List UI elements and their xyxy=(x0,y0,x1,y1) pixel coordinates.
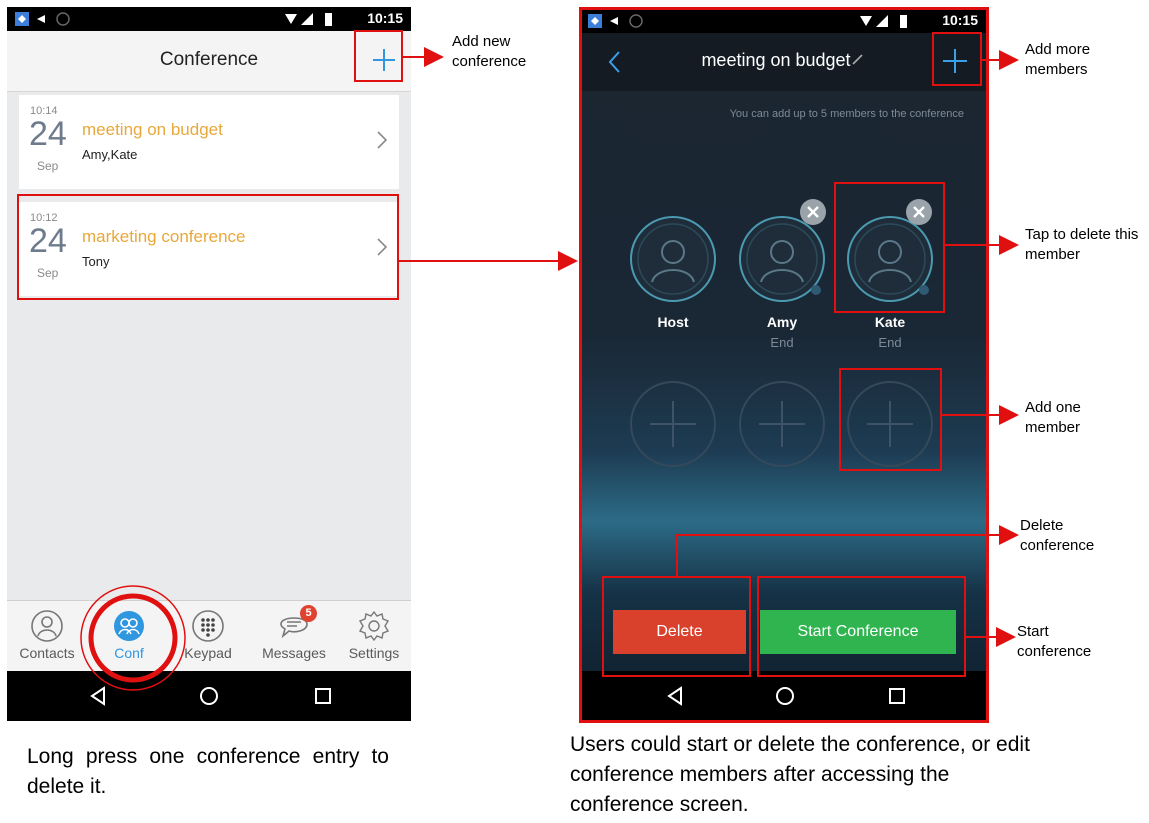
annotation-arrows xyxy=(399,47,1019,647)
caption-left: Long press one conference entry to delet… xyxy=(27,745,389,798)
annotation-add-more-members: Add more members xyxy=(1025,41,1091,78)
annotation-add-one-member: Add one member xyxy=(1025,399,1081,436)
annotation-start-conference: Start conference xyxy=(1017,623,1092,660)
caption-right: Users could start or delete the conferen… xyxy=(570,733,1030,816)
annotation-tap-to-delete: Tap to delete this member xyxy=(1025,226,1139,263)
annotation-add-new-conference: Add new conference xyxy=(452,33,527,70)
annotation-delete-conference: Delete conference xyxy=(1020,517,1095,554)
